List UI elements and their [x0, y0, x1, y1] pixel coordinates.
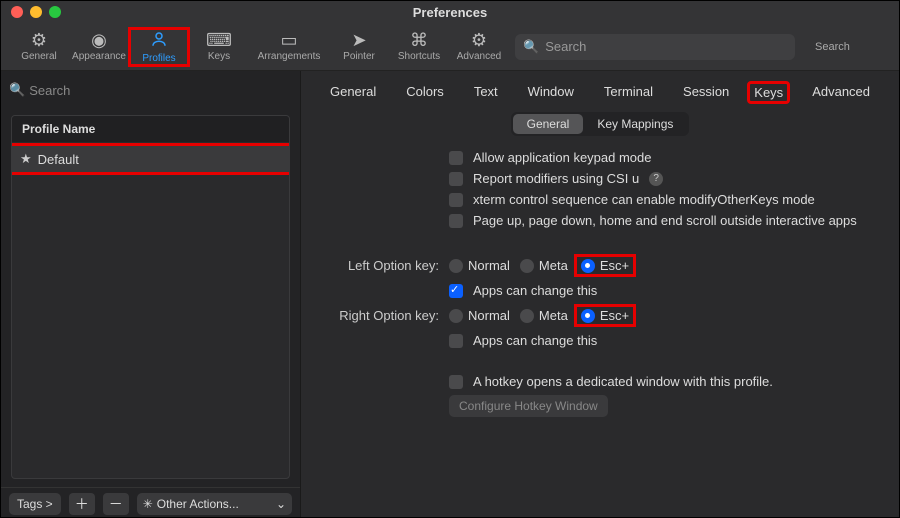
search-icon: 🔍 [523, 39, 539, 55]
radio-right-esc[interactable] [581, 309, 595, 323]
zoom-window-button[interactable] [49, 6, 61, 18]
tab-window[interactable]: Window [520, 81, 582, 104]
command-icon: ⌘ [410, 31, 428, 49]
toolbar-appearance[interactable]: ◉ Appearance [69, 29, 129, 64]
toolbar-shortcuts[interactable]: ⌘ Shortcuts [389, 29, 449, 64]
toolbar-general[interactable]: ⚙ General [9, 29, 69, 64]
checkbox-left-apps-change[interactable] [449, 284, 463, 298]
other-actions-dropdown[interactable]: ✳Other Actions... ⌄ [137, 493, 292, 515]
star-icon: ★ [20, 151, 32, 167]
help-icon[interactable]: ? [649, 172, 663, 186]
profile-row-default[interactable]: ★ Default [12, 146, 289, 172]
tab-terminal[interactable]: Terminal [596, 81, 661, 104]
profile-search-input[interactable]: 🔍 Search [9, 77, 292, 103]
remove-profile-button[interactable]: － [103, 493, 129, 515]
radio-right-normal[interactable] [449, 309, 463, 323]
sidebar-bottom-bar: Tags > ＋ － ✳Other Actions... ⌄ [1, 487, 300, 518]
radio-left-meta[interactable] [520, 259, 534, 273]
preferences-window: Preferences ⚙ General ◉ Appearance Profi… [0, 0, 900, 518]
toolbar-pointer[interactable]: ➤ Pointer [329, 29, 389, 64]
profile-list: Profile Name ★ Default [11, 115, 290, 479]
label-hotkey-window: A hotkey opens a dedicated window with t… [473, 374, 773, 389]
gear-icon: ⚙ [31, 31, 47, 49]
traffic-lights [11, 6, 61, 18]
tags-button[interactable]: Tags > [9, 493, 61, 515]
sidebar: 🔍 Search Profile Name ★ Default Tags > ＋… [1, 71, 301, 518]
gear-icon: ✳ [143, 497, 153, 511]
label-right-option: Right Option key: [319, 308, 449, 323]
checkbox-hotkey-window[interactable] [449, 375, 463, 389]
minimize-window-button[interactable] [30, 6, 42, 18]
profile-tabs: General Colors Text Window Terminal Sess… [319, 81, 881, 104]
pointer-icon: ➤ [351, 31, 366, 49]
toolbar-arrangements[interactable]: ▭ Arrangements [249, 29, 329, 64]
tab-general[interactable]: General [322, 81, 384, 104]
toolbar-search-label: Search [815, 41, 850, 53]
gears-icon: ⚙ [471, 31, 487, 49]
tab-session[interactable]: Session [675, 81, 737, 104]
subtab-general[interactable]: General [513, 114, 584, 134]
tab-advanced[interactable]: Advanced [804, 81, 878, 104]
label-left-option: Left Option key: [319, 258, 449, 273]
windows-icon: ▭ [280, 31, 297, 49]
toolbar-profiles[interactable]: Profiles [129, 28, 189, 66]
toolbar-search-input[interactable]: 🔍 Search [515, 34, 795, 60]
toolbar-advanced[interactable]: ⚙ Advanced [449, 29, 509, 64]
keys-subtabs: General Key Mappings [319, 112, 881, 136]
label-report-csi: Report modifiers using CSI u [473, 171, 639, 186]
checkbox-right-apps-change[interactable] [449, 334, 463, 348]
label-right-apps-change: Apps can change this [473, 333, 597, 348]
close-window-button[interactable] [11, 6, 23, 18]
configure-hotkey-button[interactable]: Configure Hotkey Window [449, 395, 608, 417]
checkbox-xterm-modify[interactable] [449, 193, 463, 207]
keyboard-icon: ⌨ [206, 31, 232, 49]
window-title: Preferences [413, 5, 487, 20]
label-allow-keypad: Allow application keypad mode [473, 150, 652, 165]
eye-icon: ◉ [91, 31, 107, 49]
chevron-down-icon: ⌄ [276, 497, 286, 511]
search-icon: 🔍 [9, 82, 25, 98]
radio-right-meta[interactable] [520, 309, 534, 323]
radio-left-normal[interactable] [449, 259, 463, 273]
add-profile-button[interactable]: ＋ [69, 493, 95, 515]
toolbar: ⚙ General ◉ Appearance Profiles ⌨ Keys ▭… [1, 23, 899, 71]
subtab-key-mappings[interactable]: Key Mappings [583, 114, 687, 134]
label-page-scroll: Page up, page down, home and end scroll … [473, 213, 857, 228]
main-panel: General Colors Text Window Terminal Sess… [301, 71, 899, 518]
label-xterm-modify: xterm control sequence can enable modify… [473, 192, 815, 207]
radio-left-esc[interactable] [581, 259, 595, 273]
body: 🔍 Search Profile Name ★ Default Tags > ＋… [1, 71, 899, 518]
toolbar-keys[interactable]: ⌨ Keys [189, 29, 249, 64]
tab-colors[interactable]: Colors [398, 81, 452, 104]
checkbox-allow-keypad[interactable] [449, 151, 463, 165]
profile-list-header: Profile Name [12, 116, 289, 142]
label-left-apps-change: Apps can change this [473, 283, 597, 298]
titlebar: Preferences [1, 1, 899, 23]
tab-text[interactable]: Text [466, 81, 506, 104]
checkbox-page-scroll[interactable] [449, 214, 463, 228]
checkbox-report-csi[interactable] [449, 172, 463, 186]
tab-keys[interactable]: Keys [747, 81, 790, 104]
person-icon [150, 30, 168, 51]
